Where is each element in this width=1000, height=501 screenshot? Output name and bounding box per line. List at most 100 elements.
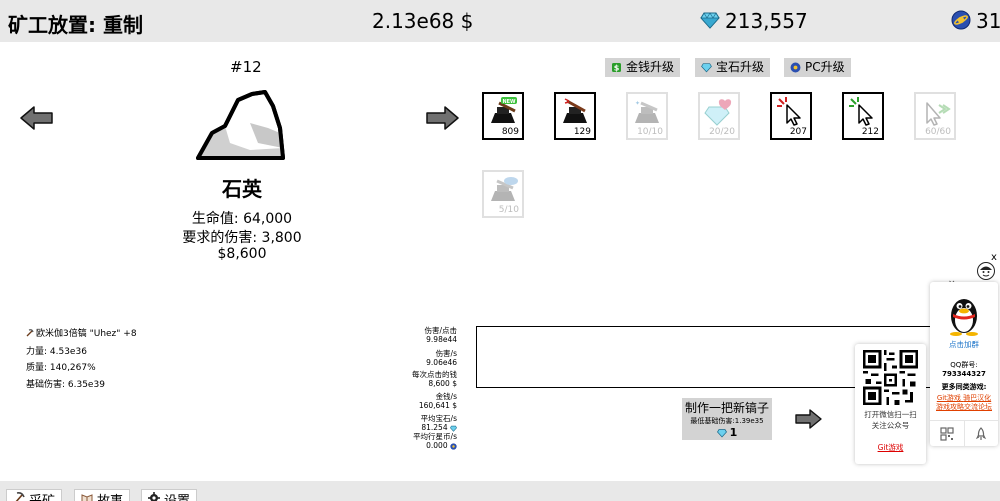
upgrade-pickaxe-cloud[interactable]: 5/10 xyxy=(482,170,524,218)
qq-group-number: 793344327 xyxy=(942,370,986,378)
stat-value: 9.06e46 xyxy=(426,358,457,367)
stat-value: 8,600 $ xyxy=(428,379,457,388)
git-game-link[interactable]: Git游戏 xyxy=(855,442,926,453)
upgrade-count: 129 xyxy=(573,127,591,137)
stat-value: 0.000 xyxy=(426,441,448,450)
stat-damage-per-second: 伤害/s 9.06e46 xyxy=(400,349,457,367)
mineral-required-damage: 要求的伤害: 3,800 xyxy=(182,230,302,246)
qr-text-line2: 关注公众号 xyxy=(871,421,910,430)
pickaxe-red-icon xyxy=(563,98,587,123)
craft-cost-value: 1 xyxy=(729,426,738,439)
pickaxe-power: 力量: 4.53e36 xyxy=(26,347,87,357)
stat-planet-coins-per-second: 平均行星币/s 0.000 xyxy=(400,432,457,450)
gem-icon xyxy=(450,425,457,432)
craft-pickaxe-button[interactable]: 制作一把新镐子 最低基础伤害:1.39e35 1 xyxy=(682,398,772,440)
tab-mining[interactable]: 采矿 xyxy=(6,489,63,501)
avatar-icon[interactable] xyxy=(977,262,995,280)
craft-cost: 1 xyxy=(682,426,772,439)
upgrade-count: 207 xyxy=(789,127,807,137)
pc-coin-icon xyxy=(790,62,801,73)
mineral-name: 石英 xyxy=(222,177,262,201)
tab-pc-upgrades[interactable]: PC升级 xyxy=(784,58,851,77)
qq-panel-buttons xyxy=(930,420,998,446)
stat-label: 每次点击的钱 xyxy=(412,370,457,379)
upgrade-diamond-heart[interactable]: 20/20 xyxy=(698,92,740,140)
tab-money-upgrades[interactable]: $ 金钱升级 xyxy=(605,58,681,77)
upgrade-pickaxe-red[interactable]: 129 xyxy=(554,92,596,140)
pickaxe-name-label: 欧米伽3倍镐 "Uhez" +8 xyxy=(36,329,137,339)
upgrade-cursor-green[interactable]: 212 xyxy=(842,92,884,140)
stat-label: 平均行星币/s xyxy=(413,432,457,441)
cursor-arrows-icon xyxy=(926,102,951,126)
stat-label: 金钱/s xyxy=(435,392,457,401)
cursor-green-icon xyxy=(849,97,873,126)
svg-text:NEW: NEW xyxy=(502,99,516,105)
upgrade-count: 60/60 xyxy=(925,127,951,137)
diamond-heart-icon xyxy=(704,99,732,126)
qq-join-group-link[interactable]: 点击加群 xyxy=(930,339,998,350)
qr-code-icon xyxy=(863,350,918,405)
upgrade-cursor-arrows[interactable]: 60/60 xyxy=(914,92,956,140)
quartz-rock-icon[interactable] xyxy=(190,88,290,168)
pickaxe-cloud-icon xyxy=(491,177,518,201)
pickaxe-new-icon: NEW xyxy=(491,97,517,123)
pickaxe-quality: 质量: 140,267% xyxy=(26,363,96,373)
planet-coin-icon xyxy=(450,442,457,450)
money-display: 2.13e68 $ xyxy=(372,9,474,33)
craft-min-damage: 最低基础伤害:1.39e35 xyxy=(690,417,764,425)
previous-mineral-arrow-icon[interactable] xyxy=(20,105,54,131)
upgrade-count: 5/10 xyxy=(498,205,519,215)
mineral-value: $8,600 xyxy=(217,246,267,262)
qr-code-button[interactable] xyxy=(930,421,964,446)
stat-money-per-second: 金钱/s 160,641 $ xyxy=(400,392,457,410)
pc-count: 31 xyxy=(976,9,1000,33)
tab-gem-upgrades-label: 宝石升级 xyxy=(716,60,765,74)
tab-story-label: 故事 xyxy=(97,490,123,501)
tab-settings[interactable]: 设置 xyxy=(141,489,198,501)
upgrade-pickaxe-sparkle[interactable]: ✦ 10/10 xyxy=(626,92,668,140)
upgrade-pickaxe-new[interactable]: NEW 809 xyxy=(482,92,524,140)
stat-label: 平均宝石/s xyxy=(420,414,457,423)
back-to-top-button[interactable] xyxy=(963,421,999,446)
pickaxe-name: 欧米伽3倍镐 "Uhez" +8 xyxy=(26,326,137,339)
qq-group-panel: 点击加群 QQ群号: 793344327 更多同类游戏: Git游戏 骑巴汉化 … xyxy=(930,282,998,446)
app-title: 矿工放置: 重制 xyxy=(8,13,143,37)
link-strategy-forum[interactable]: 游戏攻略交流论坛 xyxy=(936,403,992,411)
money-icon: $ xyxy=(612,63,621,73)
pickaxe-base-damage: 基础伤害: 6.35e39 xyxy=(26,380,105,390)
stat-damage-per-click: 伤害/点击 9.98e44 xyxy=(400,326,457,344)
qr-text-line1: 打开微信扫一扫 xyxy=(864,410,917,419)
craft-title: 制作一把新镐子 xyxy=(684,401,769,415)
qq-group-label: QQ群号: xyxy=(950,361,978,369)
next-mineral-arrow-icon[interactable] xyxy=(425,105,459,131)
stat-value-row: 0.000 xyxy=(400,441,457,450)
upgrade-count: 10/10 xyxy=(637,127,663,137)
book-icon xyxy=(81,494,93,501)
tab-money-upgrades-label: 金钱升级 xyxy=(626,60,675,74)
mineral-number: #12 xyxy=(230,58,262,76)
planet-coin-icon xyxy=(951,10,971,30)
more-games-links: Git游戏 骑巴汉化 游戏攻略交流论坛 xyxy=(932,394,996,412)
stat-gems-per-second: 平均宝石/s 81.254 xyxy=(400,414,457,432)
upgrade-count: 809 xyxy=(501,127,519,137)
link-qiba-localization[interactable]: 骑巴汉化 xyxy=(963,394,991,402)
qq-penguin-icon[interactable] xyxy=(944,292,984,336)
avatar-close-icon[interactable]: x xyxy=(991,252,997,263)
rocket-icon xyxy=(976,426,987,440)
tab-story[interactable]: 故事 xyxy=(74,489,131,501)
mineral-hp: 生命值: 64,000 xyxy=(191,211,293,227)
craft-next-arrow-icon[interactable] xyxy=(794,408,822,430)
link-git-game[interactable]: Git游戏 xyxy=(937,394,961,402)
top-bar: 矿工放置: 重制 2.13e68 $ 213,557 31 xyxy=(0,0,1000,42)
gem-icon xyxy=(716,428,727,438)
stat-label: 伤害/点击 xyxy=(424,326,457,335)
qr-code-icon xyxy=(940,426,954,441)
stat-value: 9.98e44 xyxy=(426,335,457,344)
upgrade-cursor-red[interactable]: 207 xyxy=(770,92,812,140)
tab-settings-label: 设置 xyxy=(164,490,190,501)
pickaxe-sparkle-icon: ✦ xyxy=(635,100,659,123)
cursor-red-icon xyxy=(777,97,801,126)
stat-money-per-click: 每次点击的钱 8,600 $ xyxy=(400,370,457,388)
pickaxe-icon xyxy=(26,328,34,336)
tab-gem-upgrades[interactable]: 宝石升级 xyxy=(695,58,771,77)
